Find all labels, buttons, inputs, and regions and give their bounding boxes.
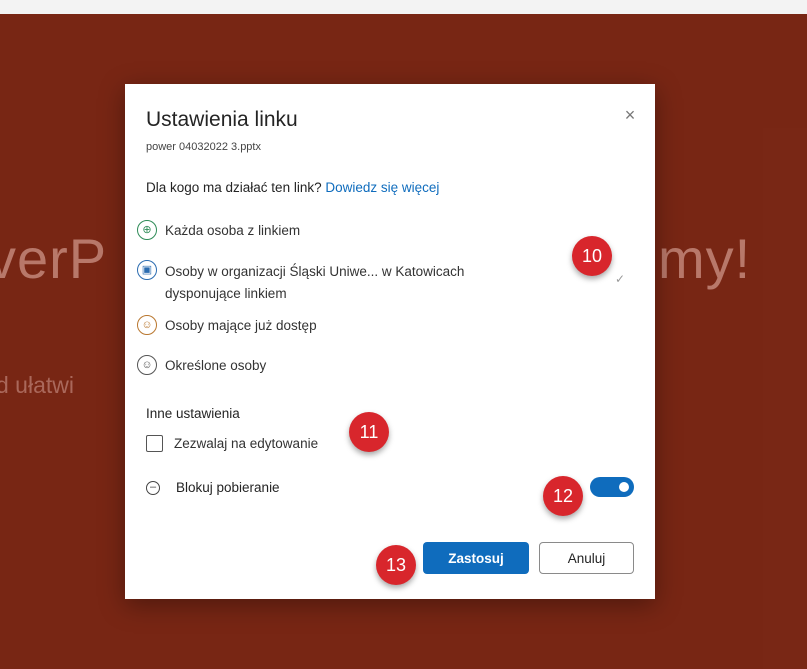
toggle-knob [619, 482, 629, 492]
option-label: Osoby mające już dostęp [165, 318, 317, 333]
block-download-toggle[interactable] [590, 477, 634, 497]
other-settings-heading: Inne ustawienia [146, 406, 240, 421]
people-icon: ☺ [137, 355, 157, 375]
option-label: Określone osoby [165, 358, 267, 373]
option-anyone-with-link[interactable]: ⊕ Każda osoba z linkiem [137, 220, 637, 242]
briefcase-icon: ▣ [137, 260, 157, 280]
cancel-button[interactable]: Anuluj [539, 542, 634, 574]
selected-check-icon: ✓ [615, 272, 626, 286]
close-icon[interactable]: × [619, 104, 641, 126]
option-specific-people[interactable]: ☺ Określone osoby [137, 355, 637, 377]
step-badge-13: 13 [376, 545, 416, 585]
dialog-title: Ustawienia linku [146, 108, 298, 131]
block-download-label: Blokuj pobieranie [176, 480, 280, 495]
file-name: power 04032022 3.pptx [146, 141, 261, 153]
option-organization[interactable]: ▣ Osoby w organizacji Śląski Uniwe... w … [137, 260, 637, 304]
option-label: Każda osoba z linkiem [165, 223, 301, 238]
allow-edit-label: Zezwalaj na edytowanie [174, 436, 319, 451]
people-icon: ☺ [137, 315, 157, 335]
option-label: Osoby w organizacji Śląski Uniwe... w Ka… [165, 264, 465, 301]
link-settings-dialog: Ustawienia linku power 04032022 3.pptx ×… [125, 84, 655, 599]
step-badge-11: 11 [349, 412, 389, 452]
apply-button[interactable]: Zastosuj [423, 542, 529, 574]
learn-more-link[interactable]: Dowiedz się więcej [325, 180, 439, 195]
audience-question: Dla kogo ma działać ten link? Dowiedz si… [146, 180, 440, 195]
globe-icon: ⊕ [137, 220, 157, 240]
step-badge-10: 10 [572, 236, 612, 276]
step-badge-12: 12 [543, 476, 583, 516]
block-icon: – [146, 481, 160, 495]
option-existing-access[interactable]: ☺ Osoby mające już dostęp [137, 315, 637, 337]
allow-edit-checkbox[interactable] [146, 435, 163, 452]
